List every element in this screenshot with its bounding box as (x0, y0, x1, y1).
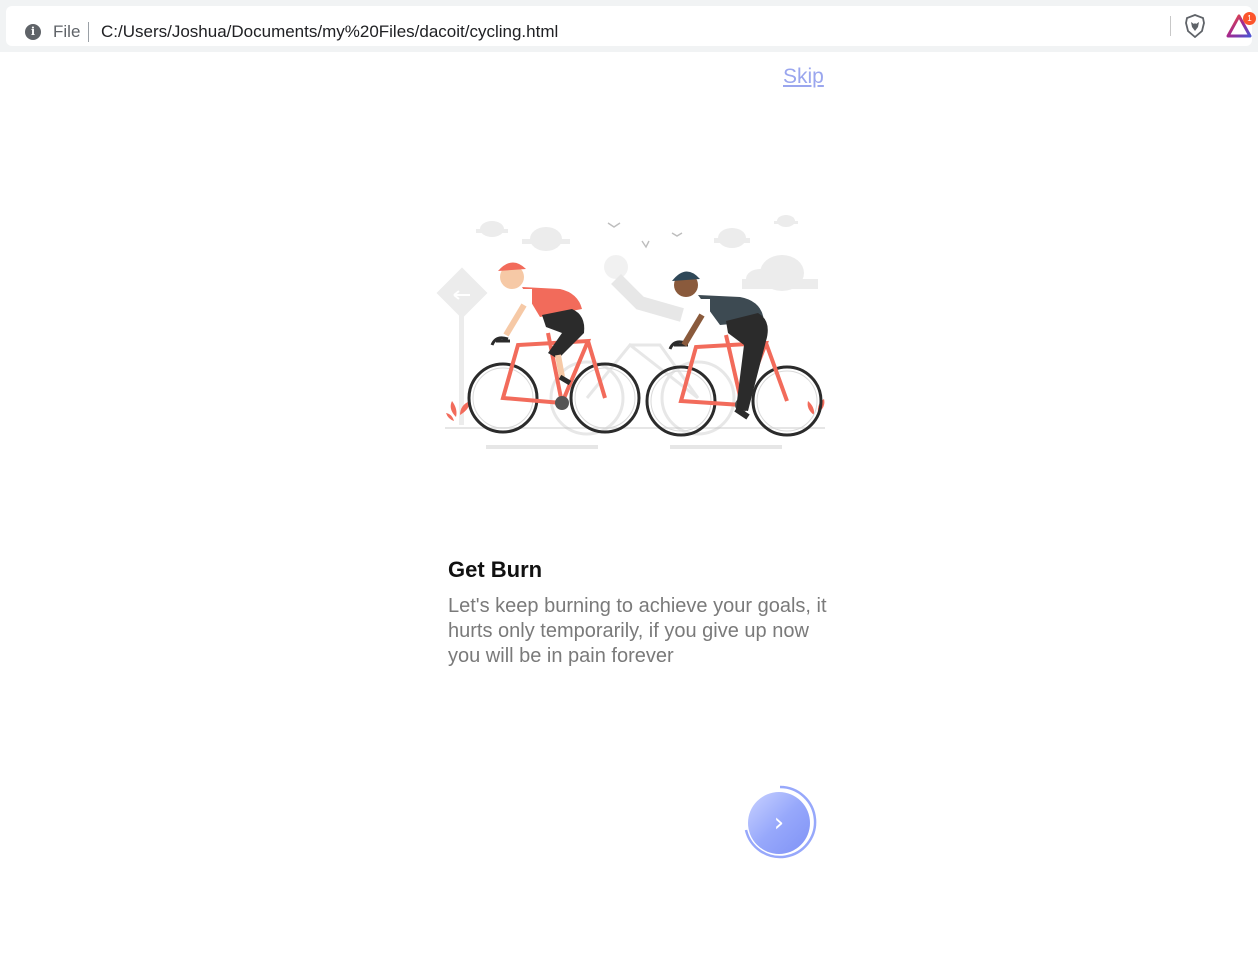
scheme-divider (88, 22, 89, 42)
brave-shield-icon[interactable] (1183, 14, 1207, 38)
background-clouds (476, 215, 818, 291)
onboarding-title: Get Burn (448, 557, 543, 582)
onboarding-description: Let's keep burning to achieve your goals… (448, 595, 827, 667)
road-sign (436, 267, 488, 425)
next-button[interactable]: › (748, 792, 810, 854)
birds (607, 222, 683, 249)
info-icon[interactable]: i (25, 24, 41, 40)
chevron-right-icon: › (773, 808, 785, 838)
rewards-badge: 1 (1243, 12, 1256, 25)
browser-toolbar: i File C:/Users/Joshua/Documents/my%20Fi… (0, 0, 1258, 52)
skip-link[interactable]: Skip (783, 64, 824, 90)
right-bike (645, 334, 823, 437)
toolbar-divider (1170, 16, 1171, 36)
url-text[interactable]: C:/Users/Joshua/Documents/my%20Files/dac… (101, 21, 558, 43)
plants (446, 399, 825, 421)
next-button-container: › (742, 784, 818, 860)
address-bar[interactable]: i File C:/Users/Joshua/Documents/my%20Fi… (6, 6, 1252, 46)
scheme-label: File (53, 22, 81, 41)
cycling-illustration (436, 215, 825, 449)
